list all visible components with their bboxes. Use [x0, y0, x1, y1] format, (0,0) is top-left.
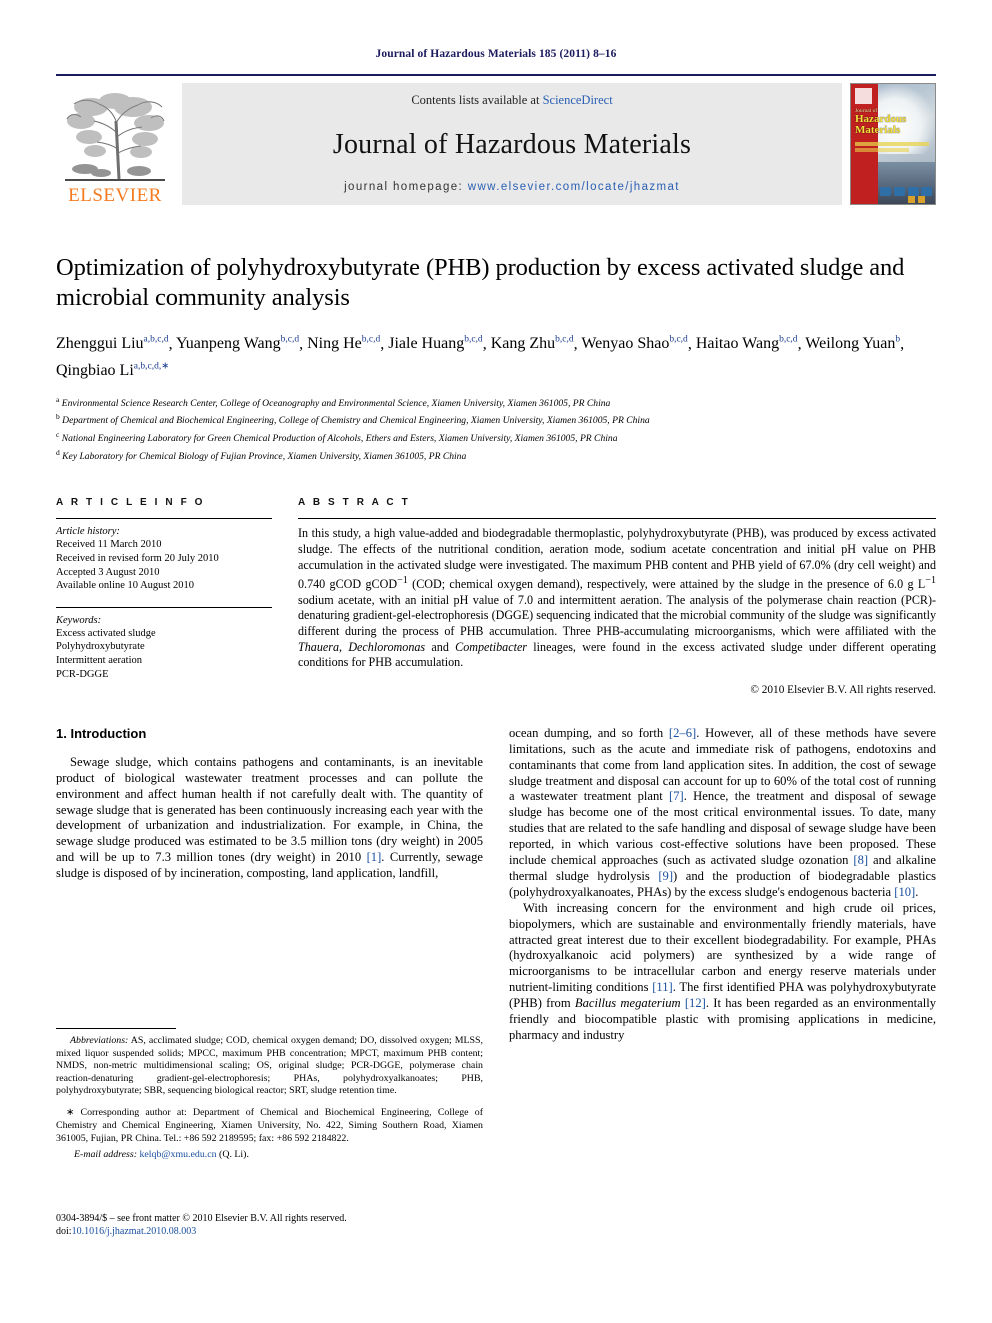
abstract-heading: A B S T R A C T	[298, 497, 411, 509]
contents-available-line: Contents lists available at ScienceDirec…	[411, 93, 612, 108]
cover-barrel	[918, 196, 925, 203]
author-affiliation-marks: b,c,d	[361, 335, 381, 345]
cover-tank	[880, 187, 891, 196]
cover-title: Journal of Hazardous Materials	[855, 108, 929, 135]
cover-tank	[921, 187, 932, 196]
journal-masthead: ELSEVIER Contents lists available at Sci…	[56, 74, 936, 209]
corresponding-author-note: ∗ Corresponding author at: Department of…	[56, 1106, 483, 1144]
abstract-column: A B S T R A C T In this study, a high va…	[298, 497, 937, 696]
intro-paragraph-right-1: ocean dumping, and so forth [2–6]. Howev…	[509, 725, 937, 899]
issn-line: 0304-3894/$ – see front matter © 2010 El…	[56, 1213, 347, 1224]
cover-tank	[894, 187, 905, 196]
keywords-title: Keywords:	[56, 614, 102, 626]
title-block: Optimization of polyhydroxybutyrate (PHB…	[56, 253, 936, 463]
keyword-item: Polyhydroxybutyrate	[56, 641, 145, 653]
email-note: E-mail address: kelqb@xmu.edu.cn (Q. Li)…	[74, 1149, 249, 1161]
citation-link[interactable]: [2–6]	[669, 726, 696, 740]
article-history-group: Article history: Received 11 March 2010 …	[56, 519, 272, 592]
journal-homepage-line: journal homepage: www.elsevier.com/locat…	[344, 181, 680, 193]
keywords-group: Keywords: Excess activated sludge Polyhy…	[56, 608, 272, 681]
author[interactable]: Jiale Huangb,c,d	[388, 335, 482, 352]
body-columns: 1. Introduction Sewage sludge, which con…	[56, 726, 936, 1044]
affiliation-item: b Department of Chemical and Biochemical…	[56, 412, 650, 427]
cover-subtitle-bar	[855, 142, 929, 146]
journal-band: Contents lists available at ScienceDirec…	[182, 83, 842, 205]
author-affiliation-marks: b,c,d	[779, 335, 798, 345]
intro-paragraph-left: Sewage sludge, which contains pathogens …	[56, 754, 484, 881]
affiliation-item: a Environmental Science Research Center,…	[56, 394, 611, 409]
contents-prefix: Contents lists available at	[411, 93, 540, 107]
author-affiliation-marks: b,c,d	[280, 335, 300, 345]
citation-link[interactable]: [11]	[652, 980, 673, 994]
author[interactable]: Ning Heb,c,d	[307, 335, 380, 352]
author[interactable]: Kang Zhub,c,d	[491, 335, 574, 352]
author[interactable]: Yuanpeng Wangb,c,d	[176, 335, 299, 352]
history-item: Received in revised form 20 July 2010	[56, 553, 219, 564]
footnotes-block: Abbreviations: AS, acclimated sludge; CO…	[56, 1028, 483, 1162]
citation-link[interactable]: [9]	[658, 869, 673, 883]
email-link[interactable]: kelqb@xmu.edu.cn	[139, 1149, 216, 1160]
author-affiliation-marks: b,c,d	[555, 335, 574, 345]
author-affiliation-marks: b,c,d	[669, 335, 688, 345]
intro-paragraph-right-2: With increasing concern for the environm…	[509, 900, 937, 1042]
doi-line: doi:10.1016/j.jhazmat.2010.08.003	[56, 1226, 197, 1237]
homepage-label: journal homepage:	[344, 181, 464, 193]
author-affiliation-marks: b	[895, 335, 901, 345]
citation-link[interactable]: [7]	[669, 789, 684, 803]
elsevier-wordmark: ELSEVIER	[68, 185, 162, 206]
author-affiliation-marks: b,c,d	[464, 335, 483, 345]
section-heading-introduction: 1. Introduction	[56, 725, 147, 741]
article-info-column: A R T I C L E I N F O Article history: R…	[56, 497, 272, 695]
history-item: Received 11 March 2010	[56, 539, 162, 551]
footnote-divider	[56, 1028, 176, 1029]
article-page: Journal of Hazardous Materials 185 (2011…	[0, 0, 992, 1323]
cover-barrel	[908, 196, 915, 203]
abbreviations-note: Abbreviations: AS, acclimated sludge; CO…	[56, 1035, 483, 1097]
author-affiliation-marks: a,b,c,d	[143, 335, 169, 345]
author[interactable]: Weilong Yuanb	[805, 335, 900, 352]
article-info-heading: A R T I C L E I N F O	[56, 497, 206, 509]
history-item: Accepted 3 August 2010	[56, 566, 160, 578]
elsevier-logo: ELSEVIER	[56, 83, 174, 205]
cover-elsevier-mark-icon	[855, 88, 872, 104]
affiliation-item: d Key Laboratory for Chemical Biology of…	[56, 447, 467, 462]
author[interactable]: Haitao Wangb,c,d	[696, 335, 798, 352]
affiliation-item: c National Engineering Laboratory for Gr…	[56, 430, 618, 445]
author-affiliation-marks: a,b,c,d,∗	[133, 361, 170, 372]
divider: In this study, a high value-added and bi…	[298, 518, 937, 696]
article-title: Optimization of polyhydroxybutyrate (PHB…	[56, 254, 905, 311]
abstract-body: In this study, a high value-added and bi…	[298, 526, 937, 670]
keyword-item: PCR-DGGE	[56, 668, 109, 680]
doi-link[interactable]: 10.1016/j.jhazmat.2010.08.003	[72, 1226, 197, 1237]
article-history-title: Article history:	[56, 526, 120, 538]
cover-title-line3: Materials	[855, 123, 901, 136]
keyword-item: Excess activated sludge	[56, 627, 156, 639]
abstract-copyright: © 2010 Elsevier B.V. All rights reserved…	[750, 683, 936, 696]
citation-link[interactable]: [8]	[853, 853, 868, 867]
cover-subtitle-bar-2	[855, 148, 909, 152]
keyword-item: Intermittent aeration	[56, 654, 143, 666]
citation-link[interactable]: [1]	[367, 850, 382, 864]
citation-link[interactable]: [10]	[894, 885, 915, 899]
right-column: ocean dumping, and so forth [2–6]. Howev…	[509, 726, 936, 1044]
author[interactable]: Zhenggui Liua,b,c,d	[56, 335, 169, 352]
cover-tank	[908, 187, 919, 196]
imprint-block: 0304-3894/$ – see front matter © 2010 El…	[56, 1212, 486, 1238]
author-list: Zhenggui Liua,b,c,d, Yuanpeng Wangb,c,d,…	[56, 335, 905, 379]
running-head: Journal of Hazardous Materials 185 (2011…	[375, 48, 617, 60]
citation-link[interactable]: [12]	[685, 996, 706, 1010]
journal-cover-thumbnail: Journal of Hazardous Materials	[850, 83, 936, 205]
author[interactable]: Qingbiao Lia,b,c,d,∗	[56, 361, 170, 378]
cover-plant	[875, 162, 935, 204]
journal-title: Journal of Hazardous Materials	[332, 128, 692, 160]
affiliation-list: a Environmental Science Research Center,…	[56, 393, 936, 464]
left-column: 1. Introduction Sewage sludge, which con…	[56, 726, 483, 1044]
elsevier-tree-icon	[65, 93, 165, 181]
homepage-url[interactable]: www.elsevier.com/locate/jhazmat	[468, 181, 680, 193]
info-abstract-section: A R T I C L E I N F O Article history: R…	[56, 497, 937, 696]
sciencedirect-link[interactable]: ScienceDirect	[543, 93, 613, 107]
author[interactable]: Wenyao Shaob,c,d	[581, 335, 688, 352]
history-item: Available online 10 August 2010	[56, 580, 195, 592]
